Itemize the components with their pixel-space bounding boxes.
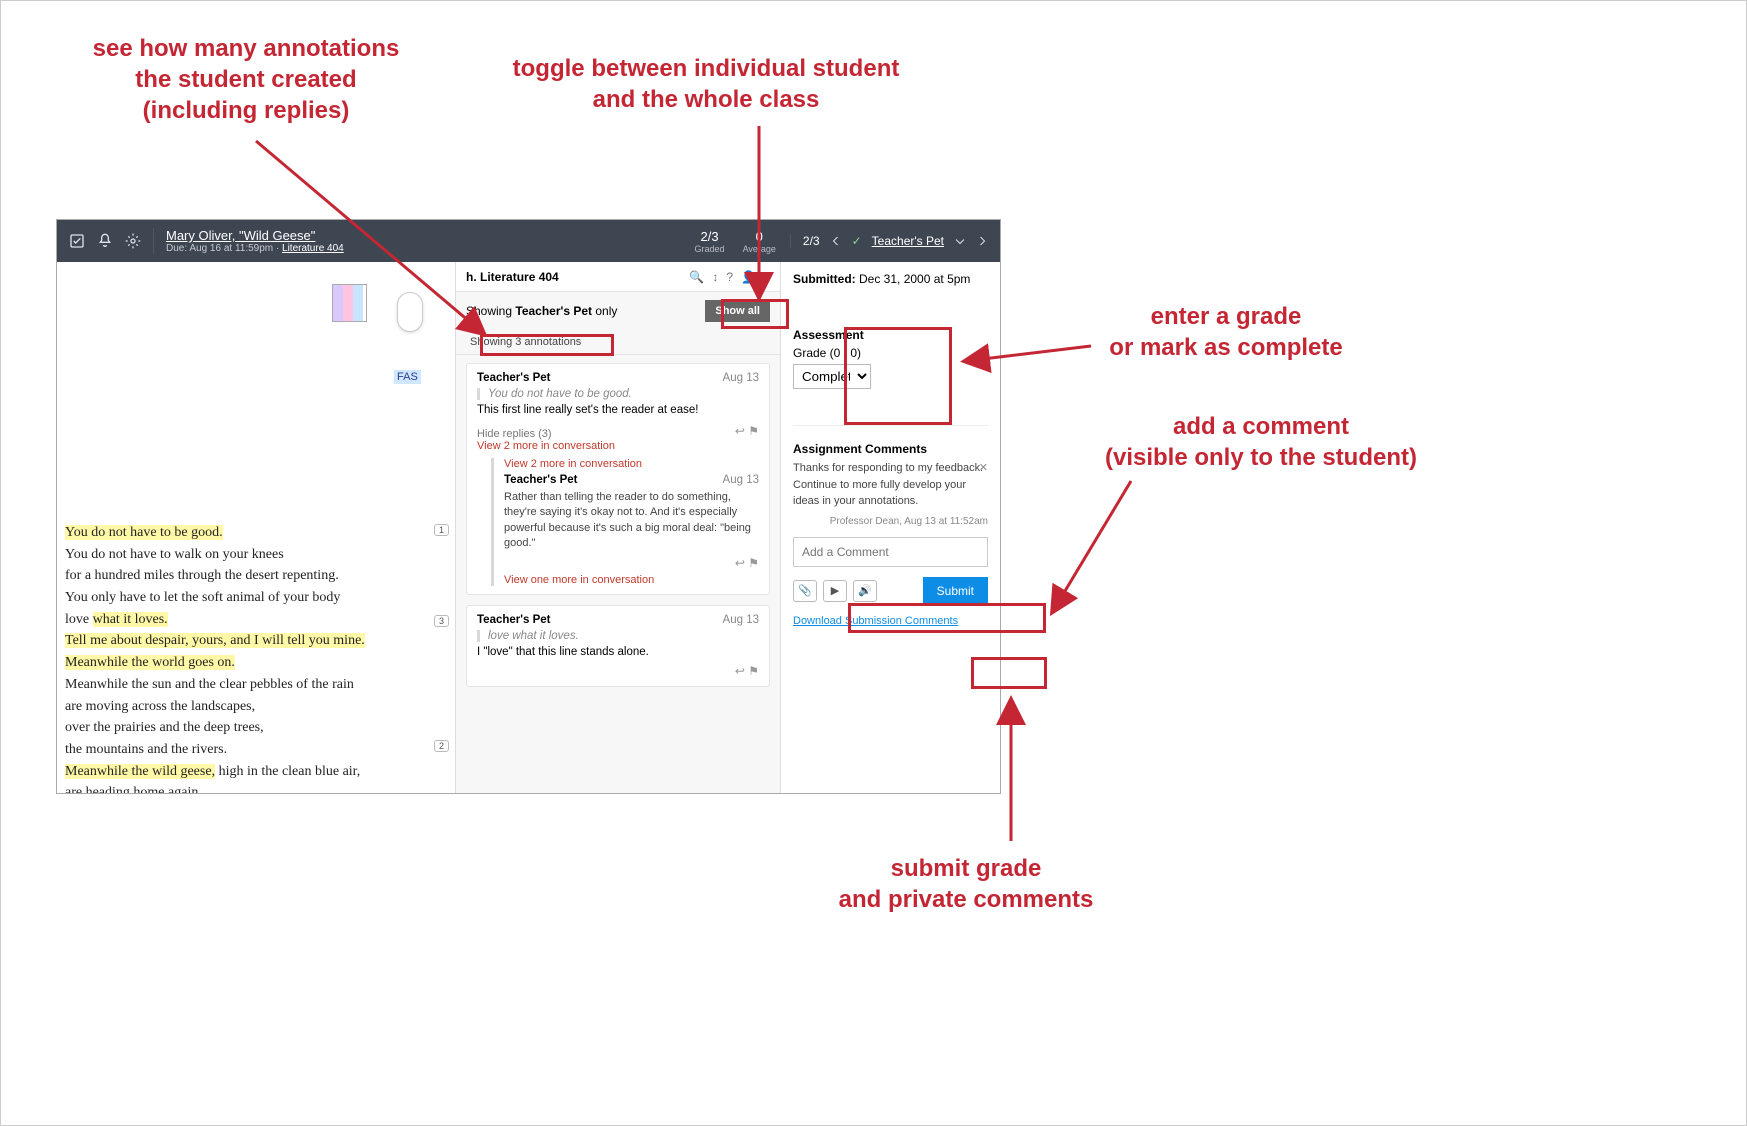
document-pane: FAS 1 3 2 You do not have to be good. Yo… [57,262,455,793]
course-label: Literature 404 [480,270,559,284]
grade-label: Grade (0 / 0) [793,346,988,360]
fas-badge: FAS [394,370,421,384]
chevron-down-icon[interactable] [954,235,966,247]
show-all-button[interactable]: Show all [705,300,770,322]
comment-item: ✕ Thanks for responding to my feedback. … [793,460,988,529]
comment-meta: Professor Dean, Aug 13 at 11:52am [793,514,988,529]
submit-button[interactable]: Submit [923,577,988,605]
view-more-link[interactable]: View 2 more in conversation [504,458,759,470]
position-indicator: 2/3 [803,234,820,248]
flag-icon[interactable]: ⚑ [748,664,759,678]
reply-icon[interactable]: ↩ [735,424,745,438]
prev-student-icon[interactable] [830,235,842,247]
annotation-card[interactable]: Teacher's PetAug 13 love what it loves. … [466,605,770,687]
attach-icon[interactable]: 📎 [793,580,817,602]
bell-icon[interactable] [97,233,113,249]
visibility-toggle-icon[interactable] [397,292,423,332]
page-marker: 2 [434,740,449,752]
close-icon[interactable]: ✕ [979,460,988,477]
download-comments-link[interactable]: Download Submission Comments [793,615,958,627]
view-more-link[interactable]: View 2 more in conversation [477,440,759,452]
sort-icon[interactable]: ↕ [712,270,718,284]
flag-icon[interactable]: ⚑ [748,556,759,570]
assessment-heading: Assessment [793,328,988,342]
graded-label: Graded [695,244,725,254]
course-link[interactable]: Literature 404 [282,243,344,254]
callout-grade: enter a grade or mark as complete [1071,301,1381,363]
chevron-down-icon[interactable]: ▾ [764,270,770,284]
reply-icon[interactable]: ↩ [735,664,745,678]
callout-comment: add a comment (visible only to the stude… [1061,411,1461,473]
due-label: Due: Aug 16 at 11:59pm · [166,243,282,254]
average-value: 0 [743,229,776,244]
student-name[interactable]: Teacher's Pet [872,234,944,248]
gradebook-icon[interactable] [69,233,85,249]
poem-body: You do not have to be good. You do not h… [65,522,365,793]
minimap-icon[interactable] [332,284,367,322]
annotation-card[interactable]: Teacher's PetAug 13 You do not have to b… [466,363,770,595]
submitted-value: Dec 31, 2000 at 5pm [856,272,971,286]
comment-input[interactable] [793,537,988,567]
user-icon[interactable]: 👤 [741,270,756,284]
average-label: Average [743,244,776,254]
graded-value: 2/3 [695,229,725,244]
next-student-icon[interactable] [976,235,988,247]
reply-icon[interactable]: ↩ [735,556,745,570]
grade-status-select[interactable]: Complete [793,364,871,389]
assignment-comments-heading: Assignment Comments [793,442,988,456]
grading-pane: Submitted: Dec 31, 2000 at 5pm Assessmen… [780,262,1000,793]
view-more-link[interactable]: View one more in conversation [504,574,759,586]
page-marker: 3 [434,615,449,627]
submitted-label: Submitted: [793,272,856,286]
audio-icon[interactable]: 🔊 [853,580,877,602]
assignment-title[interactable]: Mary Oliver, "Wild Geese" [166,228,681,243]
callout-submit: submit grade and private comments [791,853,1141,915]
top-bar: Mary Oliver, "Wild Geese" Due: Aug 16 at… [57,220,1000,262]
annotation-count-bar: Showing 3 annotations [456,330,780,355]
help-icon[interactable]: ? [726,270,733,284]
flag-icon[interactable]: ⚑ [748,424,759,438]
media-icon[interactable]: ▶ [823,580,847,602]
annotation-pane: h. Literature 404 🔍 ↕ ? 👤 ▾ Showing Teac… [455,262,780,793]
hide-replies-link[interactable]: Hide replies (3) [477,428,552,440]
gear-icon[interactable] [125,233,141,249]
callout-annotation-count: see how many annotations the student cre… [81,33,411,127]
search-icon[interactable]: 🔍 [689,270,704,284]
callout-toggle: toggle between individual student and th… [496,53,916,115]
app-window: Mary Oliver, "Wild Geese" Due: Aug 16 at… [56,219,1001,794]
page-marker: 1 [434,524,449,536]
